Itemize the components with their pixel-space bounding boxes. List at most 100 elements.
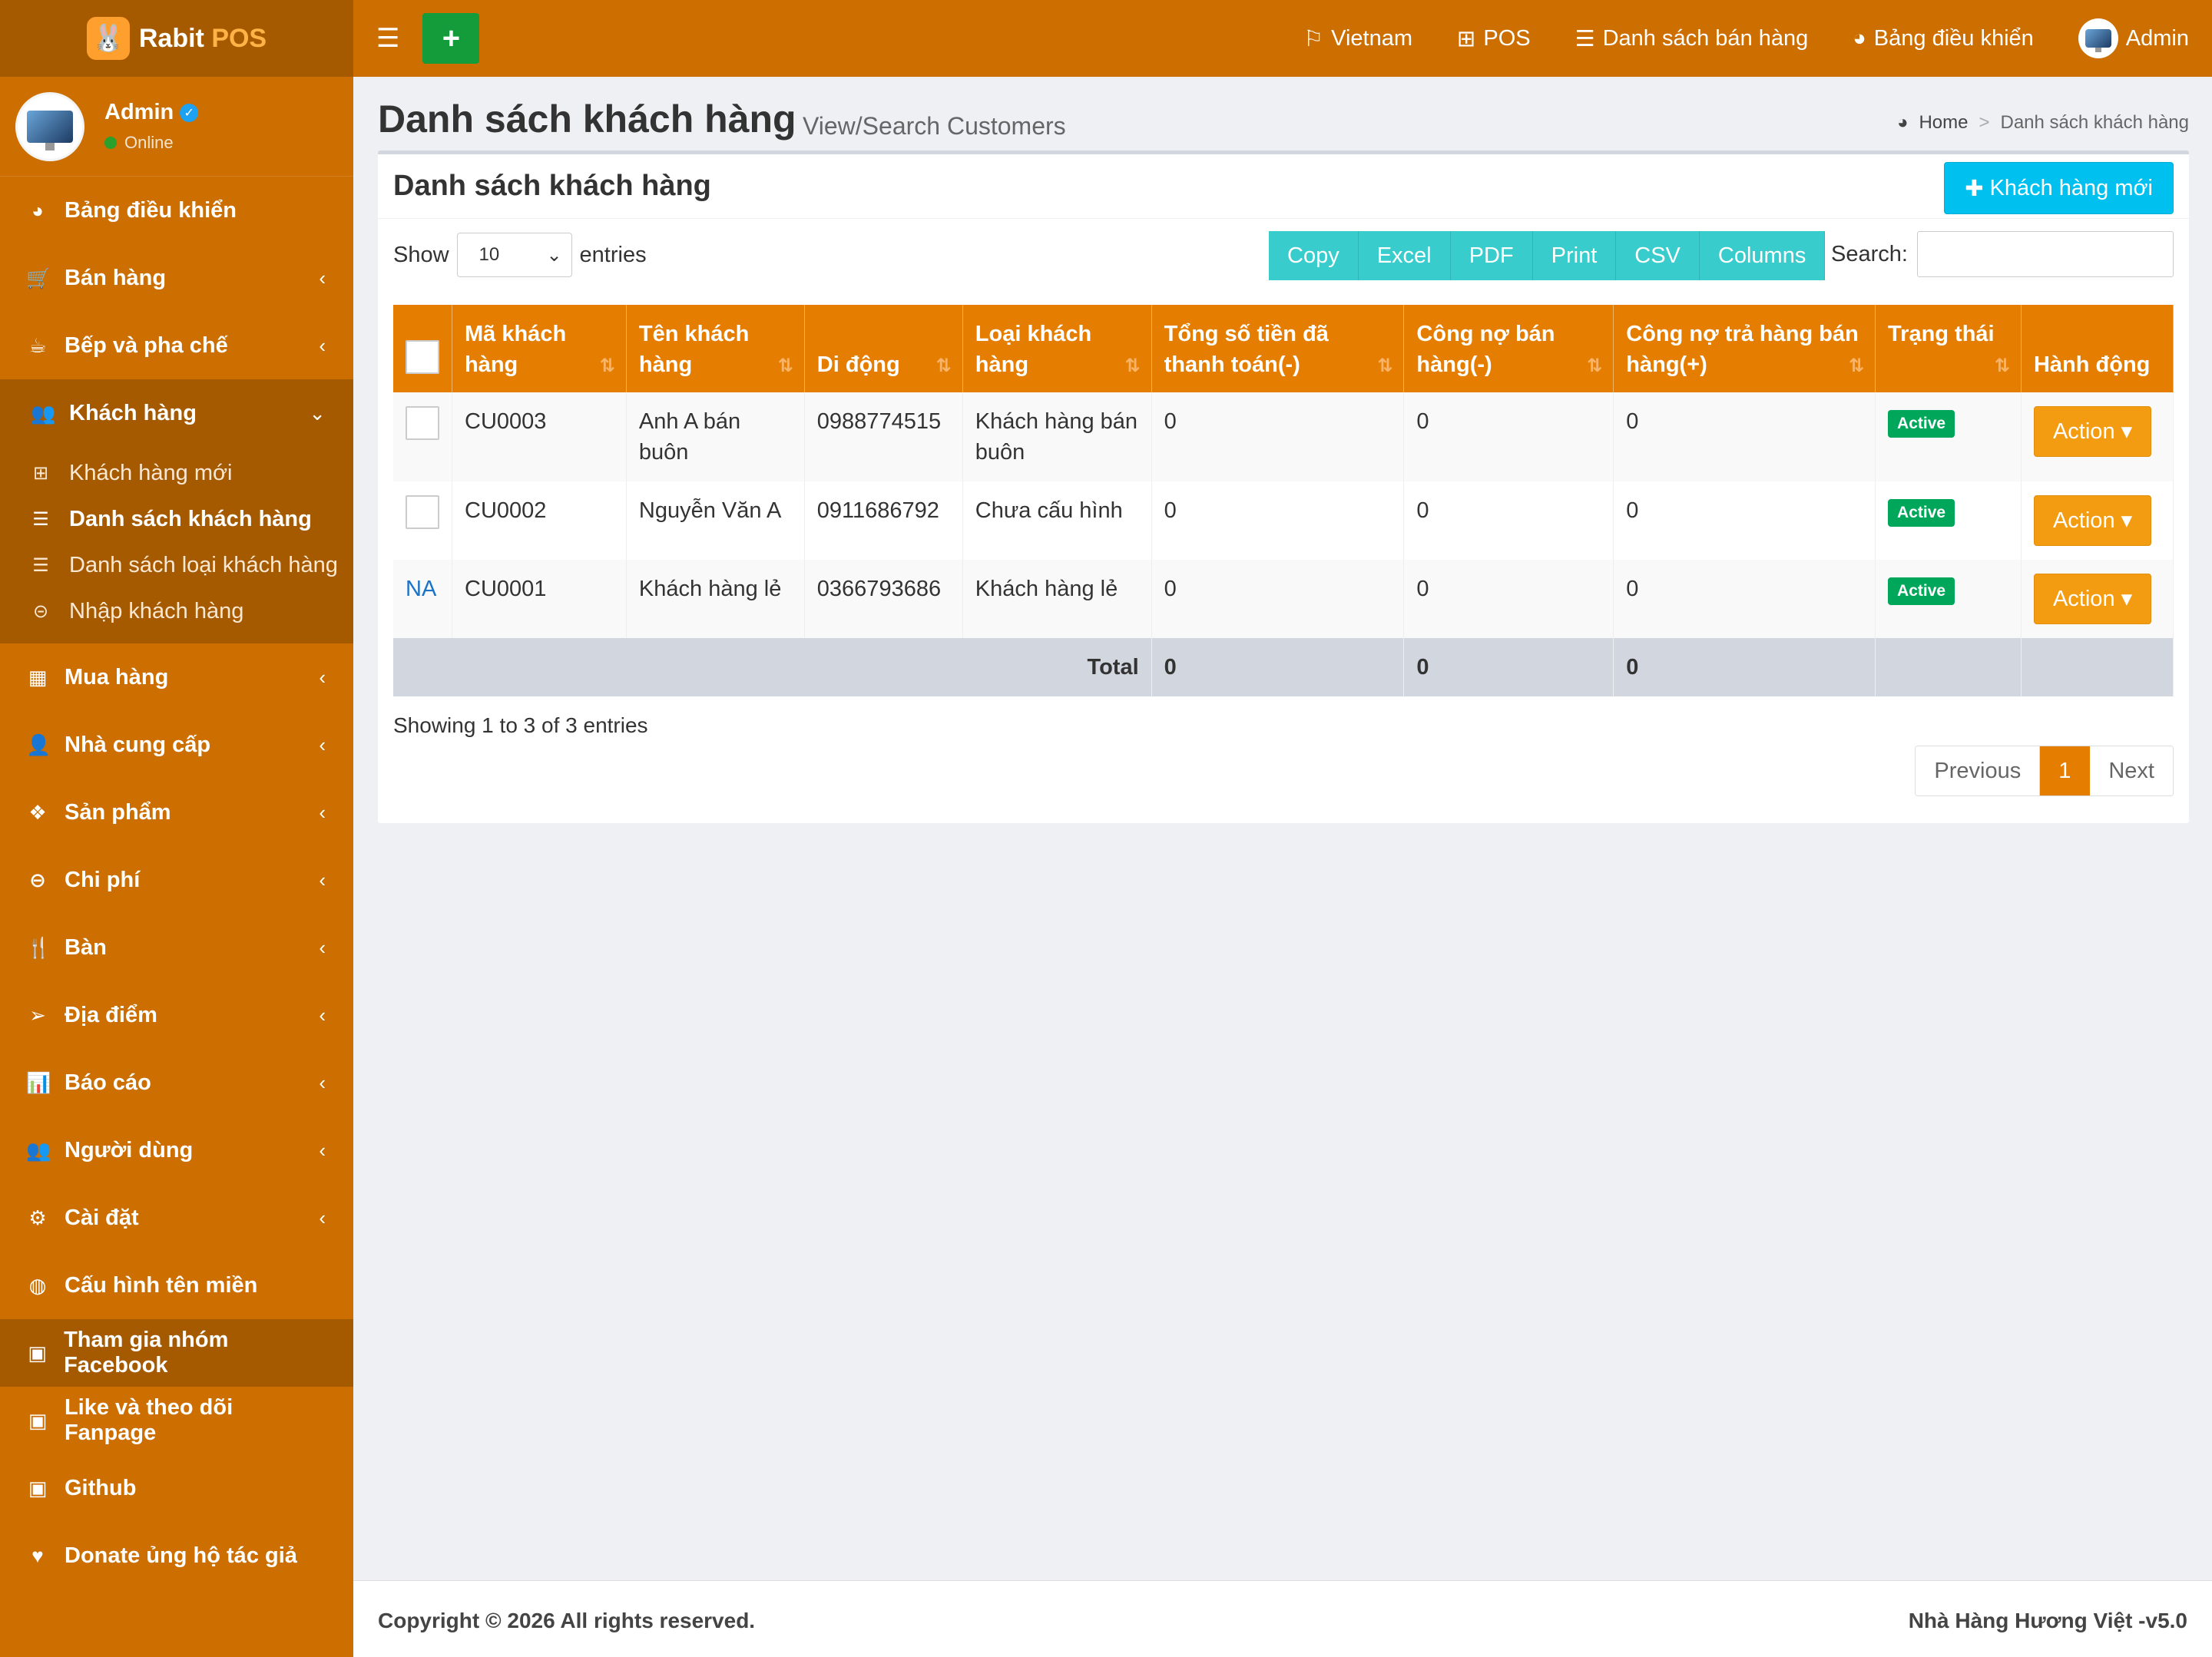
sidebar-item-reports[interactable]: 📊 Báo cáo ‹ [0, 1049, 353, 1116]
submenu-item-label: Danh sách loại khách hàng [69, 552, 338, 577]
columns-button[interactable]: Columns [1699, 231, 1826, 280]
column-header-status[interactable]: Trạng thái ⇅ [1875, 305, 2022, 392]
quick-add-button[interactable]: + [422, 13, 480, 64]
action-button[interactable]: Action ▾ [2033, 406, 2152, 457]
sidebar-item-label: Bảng điều khiển [65, 197, 237, 223]
page-subtitle: View/Search Customers [803, 112, 1066, 140]
sidebar-item-donate[interactable]: ♥ Donate ủng hộ tác giả [0, 1522, 353, 1589]
submenu-item-new-customer[interactable]: ⊞ Khách hàng mới [0, 450, 353, 496]
column-header-code[interactable]: Mã khách hàng ⇅ [452, 305, 627, 392]
sidebar-item-suppliers[interactable]: 👤 Nhà cung cấp ‹ [0, 711, 353, 779]
sidebar-item-sales[interactable]: 🛒 Bán hàng ‹ [0, 244, 353, 312]
sidebar-item-label: Mua hàng [65, 664, 169, 690]
column-header-type[interactable]: Loại khách hàng ⇅ [962, 305, 1152, 392]
total-return-debt: 0 [1613, 638, 1876, 696]
action-button[interactable]: Action ▾ [2033, 574, 2152, 624]
column-header-phone[interactable]: Di động ⇅ [804, 305, 963, 392]
submenu-item-customer-list[interactable]: ☰ Danh sách khách hàng [0, 496, 353, 542]
cell-phone: 0988774515 [804, 392, 963, 481]
sidebar-item-dashboard[interactable]: ◕ Bảng điều khiển [0, 177, 353, 244]
sidebar-item-locations[interactable]: ➢ Địa điểm ‹ [0, 981, 353, 1049]
user-panel: Admin ✓ Online [0, 77, 353, 177]
submenu-item-label: Khách hàng mới [69, 460, 233, 485]
hamburger-menu-icon[interactable]: ☰ [376, 23, 399, 54]
sidebar-item-users[interactable]: 👥 Người dùng ‹ [0, 1116, 353, 1184]
column-header-action: Hành động [2021, 305, 2174, 392]
sidebar-item-github[interactable]: ▣ Github [0, 1454, 353, 1522]
language-link[interactable]: ⚐ Vietnam [1303, 25, 1412, 52]
new-customer-button[interactable]: ✚ Khách hàng mới [1944, 162, 2174, 214]
box-header: Danh sách khách hàng ✚ Khách hàng mới [378, 154, 2189, 219]
select-all-checkbox[interactable] [406, 340, 439, 374]
total-empty [2021, 638, 2174, 696]
action-button[interactable]: Action ▾ [2033, 495, 2152, 546]
search-input[interactable] [1917, 231, 2174, 277]
submenu-item-import-customers[interactable]: ⊝ Nhập khách hàng [0, 588, 353, 634]
list-icon: ☰ [1575, 26, 1595, 51]
cell-action: Action ▾ [2021, 481, 2174, 560]
users-icon: 👥 [26, 1138, 51, 1162]
sidebar-item-kitchen[interactable]: ☕ Bếp và pha chế ‹ [0, 312, 353, 379]
user-status: Online [124, 133, 174, 152]
fork-knife-icon: 🍴 [26, 935, 51, 959]
page-length-select[interactable]: 10 ⌄ [456, 233, 572, 277]
sales-list-link[interactable]: ☰ Danh sách bán hàng [1575, 25, 1809, 52]
users-icon: 👥 [31, 401, 56, 425]
row-checkbox[interactable] [406, 495, 439, 529]
sidebar-item-purchases[interactable]: ▦ Mua hàng ‹ [0, 643, 353, 711]
brand-name: Rabit [138, 23, 212, 53]
monitor-icon [2085, 29, 2111, 52]
breadcrumb-home[interactable]: Home [1919, 112, 1968, 134]
chevron-left-icon: ‹ [319, 1070, 326, 1094]
brand-logo[interactable]: 🐰 Rabit POS [0, 0, 353, 77]
next-page-button[interactable]: Next [2090, 746, 2173, 795]
column-header-sale-debt[interactable]: Công nợ bán hàng(-) ⇅ [1403, 305, 1614, 392]
sidebar-item-domain-config[interactable]: ◍ Cấu hình tên miền [0, 1252, 353, 1319]
cell-return-debt: 0 [1613, 481, 1876, 560]
sidebar-item-products[interactable]: ❖ Sản phẩm ‹ [0, 779, 353, 846]
submenu-item-customer-type-list[interactable]: ☰ Danh sách loại khách hàng [0, 542, 353, 588]
sidebar-item-expenses[interactable]: ⊖ Chi phí ‹ [0, 846, 353, 914]
row-select-cell [393, 481, 452, 560]
excel-button[interactable]: Excel [1358, 231, 1451, 280]
table-info: Showing 1 to 3 of 3 entries [393, 713, 648, 737]
cell-sale-debt: 0 [1403, 560, 1614, 638]
column-header-name[interactable]: Tên khách hàng ⇅ [626, 305, 805, 392]
sort-icon: ⇅ [1587, 356, 1603, 376]
page-1-button[interactable]: 1 [2040, 746, 2091, 795]
user-menu[interactable]: Admin [2078, 18, 2189, 58]
row-checkbox[interactable] [406, 406, 439, 440]
plus-icon: ✚ [1965, 176, 1984, 201]
sort-icon: ⇅ [1377, 356, 1393, 376]
sidebar-item-label: Cài đặt [65, 1205, 139, 1230]
briefcase-icon: ▣ [28, 1476, 48, 1500]
print-button[interactable]: Print [1532, 231, 1617, 280]
user-name: Admin [104, 100, 174, 124]
copy-button[interactable]: Copy [1269, 231, 1359, 280]
chevron-left-icon: ‹ [319, 1138, 326, 1162]
cell-status: Active [1875, 392, 2022, 481]
dashboard-icon: ◕ [1896, 112, 1909, 133]
sidebar-item-customers[interactable]: 👥 Khách hàng ⌄ [0, 379, 353, 447]
sidebar-item-fanpage[interactable]: ▣ Like và theo dõi Fanpage [0, 1387, 353, 1454]
column-header-return-debt[interactable]: Công nợ trả hàng bán hàng(+) ⇅ [1613, 305, 1876, 392]
briefcase-icon: ▣ [28, 1341, 47, 1364]
csv-button[interactable]: CSV [1616, 231, 1700, 280]
pos-link[interactable]: ⊞ POS [1457, 25, 1531, 52]
breadcrumb: ◕ Home > Danh sách khách hàng [1897, 112, 2189, 134]
chevron-left-icon: ‹ [319, 266, 326, 289]
sidebar-item-facebook-group[interactable]: ▣ Tham gia nhóm Facebook [0, 1319, 353, 1387]
sidebar-item-tables[interactable]: 🍴 Bàn ‹ [0, 914, 353, 981]
box-title: Danh sách khách hàng [393, 170, 711, 202]
cell-name: Anh A bán buôn [626, 392, 805, 481]
avatar [2078, 18, 2118, 58]
table-row: CU0003 Anh A bán buôn 0988774515 Khách h… [393, 392, 2174, 481]
dashboard-link[interactable]: ◕ Bảng điều khiển [1853, 26, 2034, 51]
sidebar-item-settings[interactable]: ⚙ Cài đặt ‹ [0, 1184, 353, 1252]
column-header-paid[interactable]: Tổng số tiền đã thanh toán(-) ⇅ [1151, 305, 1405, 392]
pdf-button[interactable]: PDF [1450, 231, 1533, 280]
previous-page-button[interactable]: Previous [1916, 746, 2041, 795]
submenu-item-label: Danh sách khách hàng [69, 506, 312, 531]
breadcrumb-current: Danh sách khách hàng [2000, 112, 2189, 133]
show-label: Show [393, 242, 449, 267]
